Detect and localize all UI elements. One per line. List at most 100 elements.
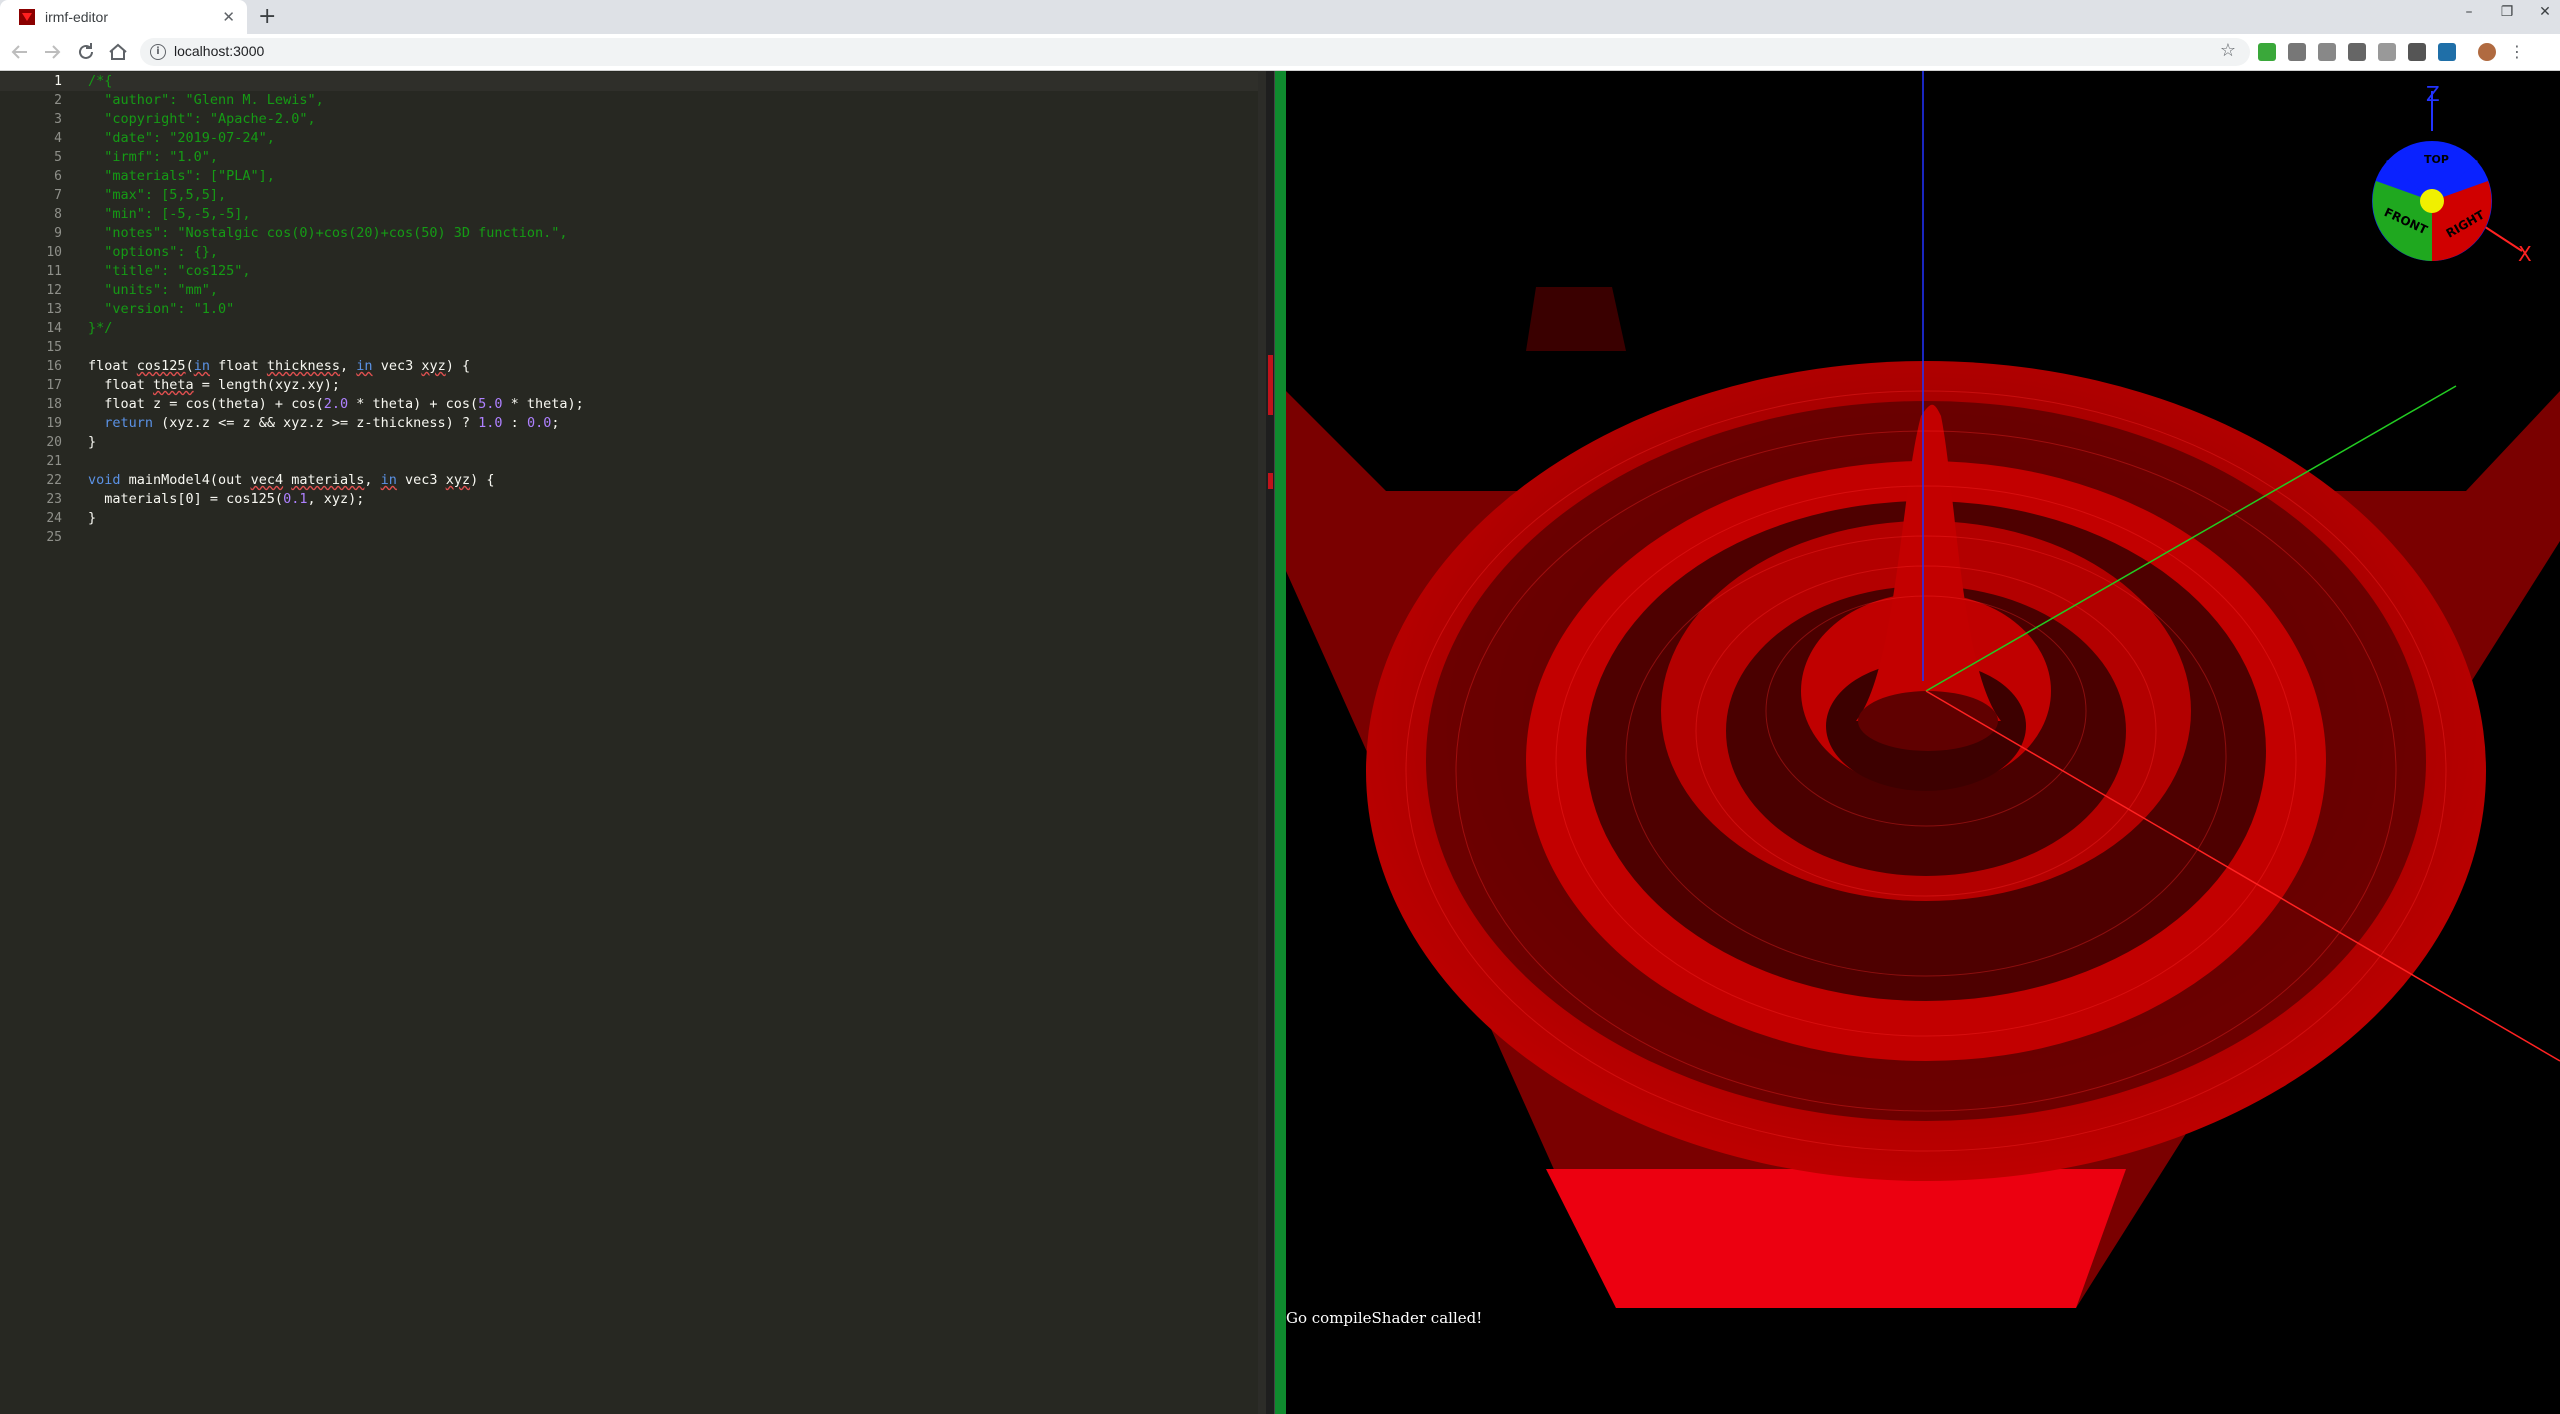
code-line[interactable]: 19 return (xyz.z <= z && xyz.z >= z-thic… bbox=[0, 414, 1266, 433]
code-line[interactable]: 6 "materials": ["PLA"], bbox=[0, 167, 1266, 186]
code-text[interactable]: materials[0] = cos125(0.1, xyz); bbox=[88, 490, 364, 509]
code-line[interactable]: 18 float z = cos(theta) + cos(2.0 * thet… bbox=[0, 395, 1266, 414]
code-token: "date": "2019-07-24", bbox=[88, 130, 275, 146]
code-text[interactable]: "notes": "Nostalgic cos(0)+cos(20)+cos(5… bbox=[88, 224, 567, 243]
code-token: "min": [-5,-5,-5], bbox=[88, 206, 251, 222]
line-number: 4 bbox=[54, 131, 62, 146]
cube-face-top[interactable]: TOP bbox=[2424, 153, 2449, 166]
code-token: }*/ bbox=[88, 320, 113, 336]
code-text[interactable]: float theta = length(xyz.xy); bbox=[88, 376, 340, 395]
line-number: 12 bbox=[46, 283, 62, 298]
extension-icon[interactable] bbox=[2288, 43, 2306, 61]
code-line[interactable]: 2 "author": "Glenn M. Lewis", bbox=[0, 91, 1266, 110]
code-line[interactable]: 22 void mainModel4(out vec4 materials, in… bbox=[0, 471, 1266, 490]
restore-button[interactable]: ❐ bbox=[2498, 4, 2516, 20]
code-line[interactable]: 13 "version": "1.0" bbox=[0, 300, 1266, 319]
code-text[interactable]: }*/ bbox=[88, 319, 112, 338]
code-text[interactable]: void mainModel4(out vec4 materials, in v… bbox=[88, 471, 494, 490]
code-text[interactable]: } bbox=[88, 509, 96, 528]
code-text[interactable]: "units": "mm", bbox=[88, 281, 218, 300]
extension-icon[interactable] bbox=[2318, 43, 2336, 61]
code-text[interactable]: "materials": ["PLA"], bbox=[88, 167, 275, 186]
url-text[interactable]: localhost:3000 bbox=[174, 43, 264, 59]
code-line[interactable]: 15 bbox=[0, 338, 1266, 357]
code-line[interactable]: 12 "units": "mm", bbox=[0, 281, 1266, 300]
code-line[interactable]: 16 float cos125(in float thickness, in ve… bbox=[0, 357, 1266, 376]
back-arrow-icon[interactable] bbox=[8, 40, 32, 64]
code-line[interactable]: 14 }*/ bbox=[0, 319, 1266, 338]
extension-icon[interactable] bbox=[2378, 43, 2396, 61]
code-line[interactable]: 9 "notes": "Nostalgic cos(0)+cos(20)+cos… bbox=[0, 224, 1266, 243]
extension-icon[interactable] bbox=[2438, 43, 2456, 61]
code-token: "version": "1.0" bbox=[88, 301, 235, 317]
code-line[interactable]: 3 "copyright": "Apache-2.0", bbox=[0, 110, 1266, 129]
code-token: mainModel4(out bbox=[120, 472, 251, 488]
code-text[interactable]: "irmf": "1.0", bbox=[88, 148, 218, 167]
code-line[interactable]: 11 "title": "cos125", bbox=[0, 262, 1266, 281]
base-front-face bbox=[1546, 1169, 2126, 1308]
code-text[interactable]: float cos125(in float thickness, in vec3… bbox=[88, 357, 470, 376]
line-number: 7 bbox=[54, 188, 62, 203]
address-bar[interactable]: i localhost:3000 ☆ bbox=[140, 38, 2250, 66]
code-line[interactable]: 10 "options": {}, bbox=[0, 243, 1266, 262]
code-text[interactable]: return (xyz.z <= z && xyz.z >= z-thickne… bbox=[88, 414, 559, 433]
code-token: : bbox=[502, 415, 527, 431]
code-token: float z = cos(theta) + cos( bbox=[88, 396, 324, 412]
line-number: 18 bbox=[46, 397, 62, 412]
profile-avatar[interactable] bbox=[2478, 43, 2496, 61]
code-text[interactable]: /*{ bbox=[88, 72, 112, 91]
new-tab-button[interactable]: + bbox=[258, 4, 276, 29]
line-number: 11 bbox=[46, 264, 62, 279]
3d-viewer[interactable]: FRONT RIGHT TOP Z X Go compileShader cal… bbox=[1286, 71, 2560, 1414]
code-line[interactable]: 5 "irmf": "1.0", bbox=[0, 148, 1266, 167]
code-line[interactable]: 23 materials[0] = cos125(0.1, xyz); bbox=[0, 490, 1266, 509]
code-token: /*{ bbox=[88, 73, 113, 89]
code-editor[interactable]: 1/*{2 "author": "Glenn M. Lewis", 3 "copy… bbox=[0, 71, 1266, 1414]
code-line[interactable]: 8 "min": [-5,-5,-5], bbox=[0, 205, 1266, 224]
code-text[interactable]: "author": "Glenn M. Lewis", bbox=[88, 91, 323, 110]
forward-arrow-icon[interactable] bbox=[40, 40, 64, 64]
code-text[interactable]: float z = cos(theta) + cos(2.0 * theta) … bbox=[88, 395, 584, 414]
minimize-button[interactable]: – bbox=[2460, 4, 2478, 20]
code-text[interactable]: "title": "cos125", bbox=[88, 262, 250, 281]
code-token: xyz bbox=[445, 472, 471, 488]
code-text[interactable]: "copyright": "Apache-2.0", bbox=[88, 110, 315, 129]
code-token: xyz bbox=[421, 358, 446, 374]
code-line[interactable]: 25 bbox=[0, 528, 1266, 547]
home-icon[interactable] bbox=[106, 40, 130, 64]
code-line[interactable]: 20} bbox=[0, 433, 1266, 452]
site-info-icon[interactable]: i bbox=[150, 44, 166, 60]
line-number: 19 bbox=[46, 416, 62, 431]
code-text[interactable]: "max": [5,5,5], bbox=[88, 186, 226, 205]
code-text[interactable]: "date": "2019-07-24", bbox=[88, 129, 275, 148]
code-token: 0.0 bbox=[526, 415, 552, 431]
code-line[interactable]: 1 /*{ bbox=[0, 72, 1266, 91]
menu-kebab-icon[interactable]: ⋮ bbox=[2508, 43, 2526, 61]
close-window-button[interactable]: ✕ bbox=[2536, 4, 2554, 20]
code-line[interactable]: 7 "max": [5,5,5], bbox=[0, 186, 1266, 205]
orientation-cube[interactable]: FRONT RIGHT TOP Z X bbox=[2372, 82, 2532, 266]
bookmark-star-icon[interactable]: ☆ bbox=[2220, 40, 2236, 61]
browser-tab[interactable]: irmf-editor ✕ bbox=[0, 0, 247, 34]
code-token: vec4 bbox=[250, 472, 284, 488]
code-line[interactable]: 4 "date": "2019-07-24", bbox=[0, 129, 1266, 148]
line-number: 14 bbox=[46, 321, 62, 336]
line-number: 5 bbox=[54, 150, 62, 165]
mail-extension-icon[interactable] bbox=[2348, 43, 2366, 61]
code-token: in bbox=[356, 358, 373, 374]
reload-icon[interactable] bbox=[74, 40, 98, 64]
code-text[interactable]: "min": [-5,-5,-5], bbox=[88, 205, 251, 224]
code-text[interactable]: } bbox=[88, 433, 96, 452]
code-text[interactable]: "options": {}, bbox=[88, 243, 218, 262]
extension-icon[interactable] bbox=[2408, 43, 2426, 61]
extension-icon[interactable] bbox=[2258, 43, 2276, 61]
line-number: 16 bbox=[46, 359, 62, 374]
code-token: float bbox=[88, 358, 137, 374]
code-line[interactable]: 24} bbox=[0, 509, 1266, 528]
tab-close-icon[interactable]: ✕ bbox=[222, 8, 235, 26]
window-controls: – ❐ ✕ bbox=[2460, 4, 2554, 20]
code-line[interactable]: 17 float theta = length(xyz.xy); bbox=[0, 376, 1266, 395]
code-line[interactable]: 21 bbox=[0, 452, 1266, 471]
code-text[interactable]: "version": "1.0" bbox=[88, 300, 234, 319]
